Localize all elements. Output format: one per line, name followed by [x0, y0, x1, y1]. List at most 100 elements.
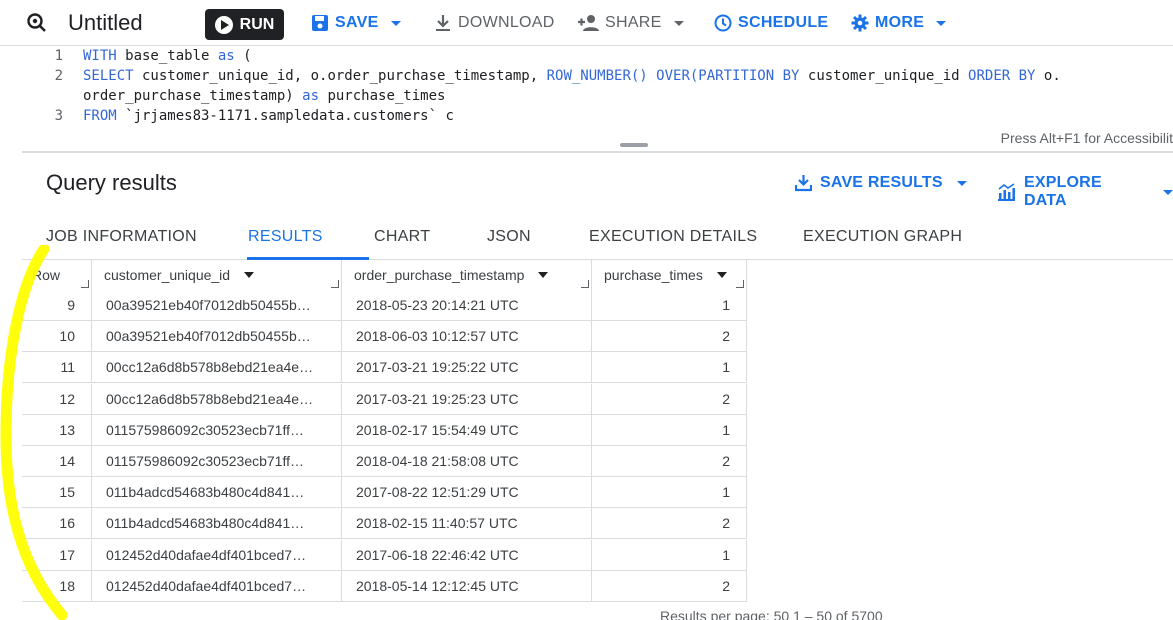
- download-label: DOWNLOAD: [458, 14, 555, 31]
- resize-handle[interactable]: [620, 143, 648, 147]
- tab-json[interactable]: JSON: [487, 228, 531, 246]
- row-number-cell[interactable]: 14: [22, 446, 92, 477]
- customer-id-cell[interactable]: 00a39521eb40f7012db50455b…: [92, 321, 342, 353]
- purchase-times-cell[interactable]: 2: [592, 383, 747, 415]
- column-resize-handle[interactable]: [736, 280, 744, 288]
- sort-menu-icon[interactable]: [716, 272, 727, 278]
- sql-text: o.: [1035, 68, 1061, 84]
- tab-execution-graph[interactable]: EXECUTION GRAPH: [803, 228, 962, 246]
- chart-icon: [997, 183, 1015, 201]
- tab-execution-details[interactable]: EXECUTION DETAILS: [589, 228, 757, 246]
- sql-keyword: ROW_NUMBER() OVER(PARTITION BY: [546, 68, 800, 84]
- download-button[interactable]: DOWNLOAD: [434, 13, 555, 33]
- customer-id-cell[interactable]: 012452d40dafae4df401bced7…: [92, 539, 342, 571]
- play-icon: [214, 15, 233, 34]
- schedule-label: SCHEDULE: [738, 14, 829, 31]
- row-number-cell[interactable]: 16: [22, 508, 92, 540]
- run-label: RUN: [239, 15, 275, 33]
- row-number-cell[interactable]: 18: [22, 570, 92, 602]
- timestamp-cell[interactable]: 2017-06-18 22:46:42 UTC: [342, 539, 592, 571]
- more-button[interactable]: MORE: [851, 13, 947, 33]
- row-number-cell[interactable]: 12: [22, 383, 92, 415]
- purchase-times-cell[interactable]: 2: [592, 321, 747, 353]
- timestamp-cell[interactable]: 2018-05-14 12:12:45 UTC: [342, 570, 592, 602]
- save-results-button[interactable]: SAVE RESULTS: [795, 174, 967, 192]
- customer-id-cell[interactable]: 00cc12a6d8b578b8ebd21ea4e…: [92, 383, 342, 415]
- share-button[interactable]: SHARE: [577, 13, 684, 33]
- row-number-cell[interactable]: 10: [22, 321, 92, 353]
- row-number-cell[interactable]: 17: [22, 539, 92, 571]
- timestamp-cell[interactable]: 2018-05-23 20:14:21 UTC: [342, 290, 592, 321]
- sql-keyword: SELECT: [83, 68, 134, 84]
- download-icon: [795, 175, 812, 192]
- purchase-times-cell[interactable]: 2: [592, 508, 747, 540]
- download-icon: [436, 15, 450, 31]
- row-number-cell[interactable]: 11: [22, 352, 92, 384]
- customer-id-cell[interactable]: 011575986092c30523ecb71ff…: [92, 414, 342, 446]
- purchase-times-cell[interactable]: 1: [592, 414, 747, 446]
- timestamp-cell[interactable]: 2017-03-21 19:25:23 UTC: [342, 383, 592, 415]
- code-line[interactable]: 2 SELECT customer_unique_id, o.order_purc…: [22, 68, 1061, 84]
- column-header-customer-unique-id[interactable]: customer_unique_id: [92, 260, 342, 290]
- column-resize-handle[interactable]: [331, 280, 339, 288]
- run-button[interactable]: RUN: [205, 9, 284, 40]
- purchase-times-cell[interactable]: 1: [592, 477, 747, 509]
- row-number-cell[interactable]: 15: [22, 477, 92, 509]
- sort-menu-icon[interactable]: [538, 272, 549, 278]
- explore-data-label: EXPLORE DATA: [1023, 174, 1102, 209]
- column-resize-handle[interactable]: [81, 280, 89, 288]
- more-label: MORE: [875, 14, 925, 31]
- tab-chart[interactable]: CHART: [374, 228, 430, 246]
- column-resize-handle[interactable]: [581, 280, 589, 288]
- customer-id-cell[interactable]: 011b4adcd54683b480c4d841…: [92, 477, 342, 509]
- results-tabs: JOB INFORMATION RESULTS CHART JSON EXECU…: [22, 216, 1173, 260]
- timestamp-cell[interactable]: 2018-04-18 21:58:08 UTC: [342, 446, 592, 477]
- chevron-down-icon: [1163, 189, 1173, 195]
- purchase-times-cell[interactable]: 1: [592, 539, 747, 571]
- timestamp-cell[interactable]: 2017-03-21 19:25:22 UTC: [342, 352, 592, 384]
- code-line[interactable]: order_purchase_timestamp) as purchase_ti…: [22, 88, 445, 104]
- sort-menu-icon[interactable]: [244, 272, 255, 278]
- customer-id-cell[interactable]: 00cc12a6d8b578b8ebd21ea4e…: [92, 352, 342, 384]
- clock-icon: [714, 14, 732, 32]
- row-number-cell[interactable]: 13: [22, 414, 92, 446]
- customer-id-cell[interactable]: 011575986092c30523ecb71ff…: [92, 446, 342, 477]
- timestamp-cell[interactable]: 2018-02-15 11:40:57 UTC: [342, 508, 592, 540]
- customer-id-cell[interactable]: 012452d40dafae4df401bced7…: [92, 570, 342, 602]
- column-header-order-purchase-timestamp[interactable]: order_purchase_timestamp: [342, 260, 592, 290]
- customer-id-cell[interactable]: 011b4adcd54683b480c4d841…: [92, 508, 342, 540]
- purchase-times-cell[interactable]: 1: [592, 352, 747, 384]
- column-header-purchase-times[interactable]: purchase_times: [592, 260, 747, 290]
- column-header-label: customer_unique_id: [104, 267, 231, 283]
- query-icon: [27, 13, 46, 32]
- sql-editor[interactable]: 1 WITH base_table as ( 2 SELECT customer_un…: [22, 46, 1173, 152]
- code-line[interactable]: 3 FROM `jrjames83-1171.sampledata.custome…: [22, 108, 454, 124]
- save-button[interactable]: SAVE: [311, 13, 401, 33]
- code-line[interactable]: 1 WITH base_table as (: [22, 48, 252, 64]
- sql-text: customer_unique_id: [799, 68, 969, 84]
- customer-id-cell[interactable]: 00a39521eb40f7012db50455b…: [92, 290, 342, 321]
- chevron-down-icon: [956, 180, 967, 186]
- pagination-bar: Results per page: 50 1 – 50 of 5700: [660, 608, 883, 620]
- purchase-times-cell[interactable]: 1: [592, 290, 747, 321]
- editor-toolbar: Untitled RUN SAVE DOWNLOAD SHARE SCHEDUL…: [0, 0, 1173, 46]
- row-number-cell[interactable]: 9: [22, 290, 92, 321]
- timestamp-cell[interactable]: 2017-08-22 12:51:29 UTC: [342, 477, 592, 509]
- column-header-row: Row: [22, 260, 92, 290]
- schedule-button[interactable]: SCHEDULE: [714, 13, 828, 33]
- explore-data-button[interactable]: EXPLORE DATA: [997, 174, 1173, 210]
- query-title[interactable]: Untitled: [68, 10, 143, 36]
- sql-text: customer_unique_id, o.order_purchase_tim…: [133, 68, 547, 84]
- accessibility-hint: Press Alt+F1 for Accessibilit: [1000, 130, 1173, 146]
- chevron-down-icon: [936, 20, 947, 26]
- purchase-times-cell[interactable]: 2: [592, 446, 747, 477]
- sql-text: purchase_times: [319, 88, 446, 104]
- share-label: SHARE: [605, 14, 662, 31]
- purchase-times-cell[interactable]: 2: [592, 570, 747, 602]
- tab-job-information[interactable]: JOB INFORMATION: [46, 228, 197, 246]
- tab-results[interactable]: RESULTS: [248, 228, 323, 246]
- timestamp-cell[interactable]: 2018-06-03 10:12:57 UTC: [342, 321, 592, 353]
- sql-text: base_table: [116, 48, 218, 64]
- chevron-down-icon: [673, 20, 684, 26]
- timestamp-cell[interactable]: 2018-02-17 15:54:49 UTC: [342, 414, 592, 446]
